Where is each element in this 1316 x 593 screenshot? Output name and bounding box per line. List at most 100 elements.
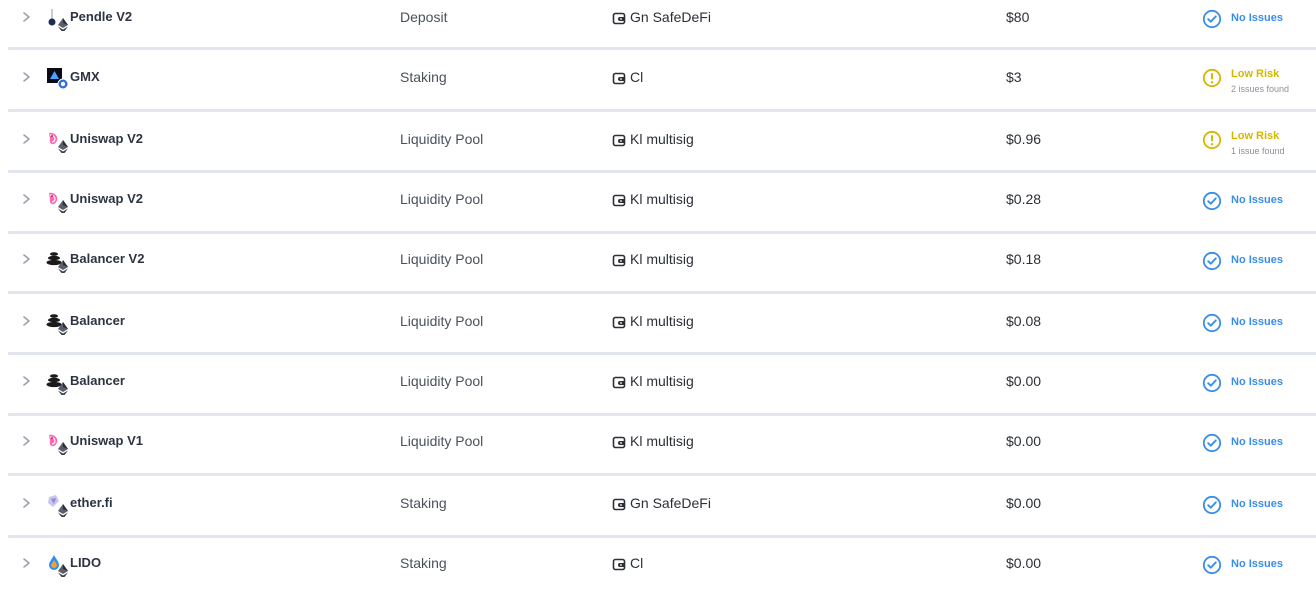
- wallet-name: Kl multisig: [630, 433, 694, 449]
- risk-status[interactable]: No Issues: [1202, 251, 1283, 271]
- position-type: Liquidity Pool: [400, 251, 484, 267]
- chevron-right-icon[interactable]: [20, 314, 32, 328]
- position-value: $0.00: [1006, 555, 1042, 571]
- balancer-icon: [46, 249, 70, 275]
- row-divider: [8, 231, 1316, 234]
- positions-table: Pendle V2 Deposit Gn SafeDeFi $80 No Issues G…: [0, 0, 1316, 593]
- chevron-right-icon[interactable]: [20, 192, 32, 206]
- check-badge-icon: [1202, 191, 1222, 211]
- check-badge-icon: [1202, 313, 1222, 333]
- risk-status[interactable]: No Issues: [1202, 373, 1283, 393]
- wallet-icon: [612, 11, 626, 25]
- status-label: Low Risk: [1231, 68, 1280, 80]
- status-label: No Issues: [1231, 376, 1283, 388]
- uniswap-icon: [46, 129, 70, 155]
- wallet-icon: [612, 435, 626, 449]
- protocol-name[interactable]: Pendle V2: [70, 9, 132, 24]
- wallet-icon: [612, 497, 626, 511]
- position-type: Liquidity Pool: [400, 131, 484, 147]
- risk-status[interactable]: No Issues: [1202, 313, 1283, 333]
- chevron-right-icon[interactable]: [20, 70, 32, 84]
- check-badge-icon: [1202, 373, 1222, 393]
- status-label: No Issues: [1231, 436, 1283, 448]
- wallet-cell[interactable]: Cl: [612, 67, 643, 87]
- chevron-right-icon[interactable]: [20, 496, 32, 510]
- check-badge-icon: [1202, 251, 1222, 271]
- balancer-icon: [46, 311, 70, 337]
- status-label: No Issues: [1231, 498, 1283, 510]
- chevron-right-icon[interactable]: [20, 10, 32, 24]
- issues-count: 1 issue found: [1231, 146, 1285, 156]
- status-label: No Issues: [1231, 12, 1283, 24]
- protocol-name[interactable]: Uniswap V2: [70, 131, 143, 146]
- row-divider: [8, 170, 1316, 173]
- risk-status[interactable]: No Issues: [1202, 495, 1283, 515]
- uniswap-icon: [46, 431, 70, 457]
- position-value: $0.00: [1006, 373, 1042, 389]
- status-label: No Issues: [1231, 558, 1283, 570]
- wallet-cell[interactable]: Kl multisig: [612, 189, 694, 209]
- protocol-name[interactable]: LIDO: [70, 555, 101, 570]
- table-row[interactable]: LIDO Staking Cl $0.00 No Issues: [0, 544, 1316, 593]
- position-value: $0.00: [1006, 433, 1042, 449]
- wallet-name: Kl multisig: [630, 191, 694, 207]
- position-type: Staking: [400, 555, 447, 571]
- lido-icon: [46, 553, 70, 579]
- position-type: Staking: [400, 495, 447, 511]
- risk-status[interactable]: No Issues: [1202, 9, 1283, 29]
- position-value: $0.08: [1006, 313, 1042, 329]
- issues-count: 2 issues found: [1231, 84, 1290, 94]
- wallet-icon: [612, 133, 626, 147]
- row-divider: [8, 109, 1316, 112]
- risk-status[interactable]: No Issues: [1202, 433, 1283, 453]
- protocol-name[interactable]: Balancer V2: [70, 251, 144, 266]
- position-value: $80: [1006, 9, 1030, 25]
- wallet-cell[interactable]: Kl multisig: [612, 431, 694, 451]
- risk-status[interactable]: Low Risk 1 issue found: [1202, 130, 1285, 156]
- wallet-cell[interactable]: Gn SafeDeFi: [612, 7, 711, 27]
- wallet-cell[interactable]: Kl multisig: [612, 129, 694, 149]
- wallet-cell[interactable]: Gn SafeDeFi: [612, 493, 711, 513]
- check-badge-icon: [1202, 495, 1222, 515]
- wallet-icon: [612, 315, 626, 329]
- protocol-name[interactable]: ether.fi: [70, 495, 113, 510]
- wallet-name: Cl: [630, 555, 644, 571]
- wallet-name: Kl multisig: [630, 251, 694, 267]
- wallet-name: Gn SafeDeFi: [630, 9, 711, 25]
- wallet-name: Kl multisig: [630, 313, 694, 329]
- risk-status[interactable]: No Issues: [1202, 555, 1283, 575]
- risk-status[interactable]: Low Risk 2 issues found: [1202, 68, 1289, 94]
- protocol-name[interactable]: Balancer: [70, 373, 125, 388]
- chevron-right-icon[interactable]: [20, 252, 32, 266]
- balancer-icon: [46, 371, 70, 397]
- status-label: Low Risk: [1231, 130, 1280, 142]
- position-value: $0.28: [1006, 191, 1042, 207]
- row-divider: [8, 473, 1316, 476]
- wallet-icon: [612, 557, 626, 571]
- row-divider: [8, 535, 1316, 538]
- chevron-right-icon[interactable]: [20, 374, 32, 388]
- wallet-name: Kl multisig: [630, 373, 694, 389]
- position-value: $0.96: [1006, 131, 1042, 147]
- protocol-name[interactable]: Uniswap V1: [70, 433, 143, 448]
- protocol-name[interactable]: Uniswap V2: [70, 191, 143, 206]
- check-badge-icon: [1202, 433, 1222, 453]
- wallet-cell[interactable]: Kl multisig: [612, 249, 694, 269]
- status-label: No Issues: [1231, 194, 1283, 206]
- chevron-right-icon[interactable]: [20, 132, 32, 146]
- protocol-name[interactable]: GMX: [70, 69, 100, 84]
- chevron-right-icon[interactable]: [20, 434, 32, 448]
- warning-icon: [1202, 130, 1222, 150]
- row-divider: [8, 413, 1316, 416]
- protocol-name[interactable]: Balancer: [70, 313, 125, 328]
- risk-status[interactable]: No Issues: [1202, 191, 1283, 211]
- position-type: Deposit: [400, 9, 448, 25]
- wallet-cell[interactable]: Cl: [612, 553, 643, 573]
- chevron-right-icon[interactable]: [20, 556, 32, 570]
- position-type: Liquidity Pool: [400, 433, 484, 449]
- wallet-name: Cl: [630, 69, 644, 85]
- wallet-cell[interactable]: Kl multisig: [612, 311, 694, 331]
- warning-icon: [1202, 68, 1222, 88]
- row-divider: [8, 47, 1316, 50]
- wallet-cell[interactable]: Kl multisig: [612, 371, 694, 391]
